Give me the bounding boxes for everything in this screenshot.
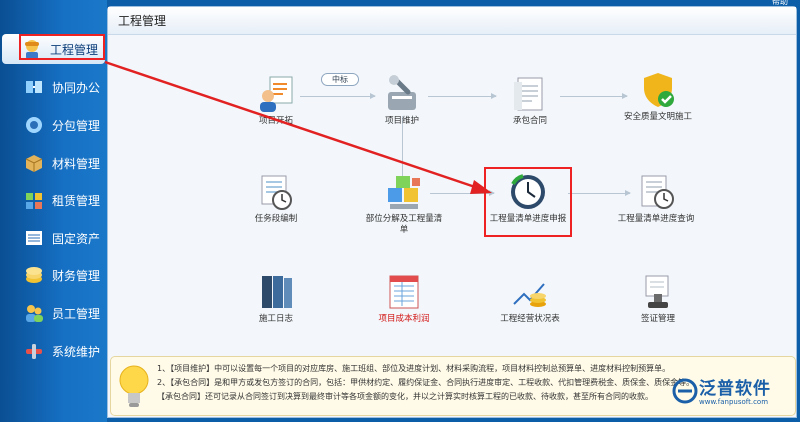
sidebar-item-label: 员工管理 (52, 306, 101, 321)
panel-header: 工程管理 (108, 7, 796, 35)
sidebar-item-asset[interactable]: 固定资产 (4, 223, 104, 253)
node-label: 项目开拓 (258, 116, 293, 126)
node-project-start[interactable]: 项目开拓 (236, 74, 316, 127)
subcontract-icon (22, 113, 46, 137)
tools-icon (22, 339, 46, 363)
flow-arrow (560, 93, 628, 99)
stamp-icon (638, 272, 678, 312)
calendar-clock-icon (256, 172, 296, 212)
staff-icon (22, 301, 46, 325)
node-cost-profit[interactable]: 项目成本利润 (364, 272, 444, 325)
coins-chart-icon (510, 272, 550, 312)
node-visa-mgmt[interactable]: 签证管理 (618, 272, 698, 325)
brand-mark-icon (672, 378, 698, 404)
finance-icon (22, 263, 46, 287)
sidebar-item-staff[interactable]: 员工管理 (4, 298, 104, 328)
sidebar-item-label: 固定资产 (52, 231, 101, 246)
sidebar-item-material[interactable]: 材料管理 (4, 148, 104, 178)
node-task-schedule[interactable]: 任务段编制 (236, 172, 316, 225)
sidebar-item-label: 租赁管理 (52, 193, 101, 208)
sidebar-item-label: 财务管理 (52, 268, 101, 283)
asset-icon (22, 226, 46, 250)
sidebar-item-collab[interactable]: 协同办公 (4, 72, 104, 102)
node-label: 工程量清单进度查询 (617, 214, 695, 224)
node-progress-query[interactable]: 工程量清单进度查询 (616, 172, 696, 225)
node-label: 部位分解及工程量清单 (365, 214, 443, 235)
bid-won-pill: 中标 (321, 73, 359, 86)
node-label: 项目维护 (384, 116, 419, 126)
material-box-icon (22, 151, 46, 175)
sidebar-item-label: 协同办公 (52, 80, 101, 95)
brand-logo: 泛普软件 www.fanpusoft.com (672, 372, 796, 412)
books-icon (256, 272, 296, 312)
node-label: 安全质量文明施工 (623, 112, 692, 122)
node-label: 任务段编制 (254, 214, 298, 224)
node-contract[interactable]: 承包合同 (490, 74, 570, 127)
brand-url: www.fanpusoft.com (699, 398, 769, 406)
node-breakdown[interactable]: 部位分解及工程量清单 (364, 172, 444, 236)
sidebar-item-label: 分包管理 (52, 118, 101, 133)
lightbulb-icon (117, 363, 151, 411)
node-label: 签证管理 (640, 314, 675, 324)
collaboration-icon (22, 75, 46, 99)
node-label: 施工日志 (258, 314, 293, 324)
sidebar-item-lease[interactable]: 租赁管理 (4, 185, 104, 215)
brand-name: 泛普软件 (699, 379, 771, 399)
wrench-icon (382, 74, 422, 114)
page-title: 工程管理 (118, 14, 167, 28)
sidebar-item-label: 材料管理 (52, 156, 101, 171)
node-construction-log[interactable]: 施工日志 (236, 272, 316, 325)
blocks-icon (384, 172, 424, 212)
document-icon (510, 74, 550, 114)
spreadsheet-icon (384, 272, 424, 312)
document-clock-icon (636, 172, 676, 212)
sidebar-item-label: 系统维护 (52, 344, 101, 359)
shield-check-icon (638, 70, 678, 110)
person-chart-icon (256, 74, 296, 114)
node-safety[interactable]: 安全质量文明施工 (618, 70, 698, 123)
node-business-status[interactable]: 工程经营状况表 (490, 272, 570, 325)
node-label: 工程经营状况表 (500, 314, 560, 324)
sidebar-item-system[interactable]: 系统维护 (4, 336, 104, 366)
sidebar-item-subcontract[interactable]: 分包管理 (4, 110, 104, 140)
sidebar: 工程管理 协同办公 分包管理 材料管理 租赁管理 固定资产 财务管理 员工管理 … (0, 0, 107, 422)
sidebar-item-finance[interactable]: 财务管理 (4, 260, 104, 290)
active-highlight-box (19, 34, 105, 60)
node-label: 承包合同 (512, 116, 547, 126)
highlight-box (484, 167, 572, 237)
node-label: 项目成本利润 (378, 314, 430, 324)
node-project-maintain[interactable]: 项目维护 (362, 74, 442, 127)
lease-icon (22, 188, 46, 212)
